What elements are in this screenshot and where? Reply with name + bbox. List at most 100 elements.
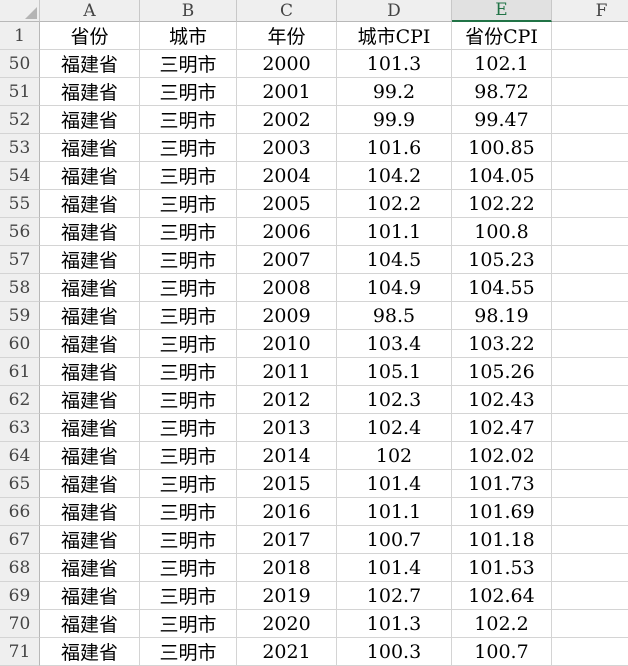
province-cpi-cell[interactable]: 104.55 bbox=[452, 274, 552, 302]
city-cell[interactable]: 三明市 bbox=[140, 106, 237, 134]
empty-cell[interactable] bbox=[552, 218, 628, 246]
year-cell[interactable]: 2019 bbox=[237, 582, 337, 610]
row-header[interactable]: 50 bbox=[0, 50, 40, 78]
empty-cell[interactable] bbox=[552, 330, 628, 358]
year-cell[interactable]: 2015 bbox=[237, 470, 337, 498]
year-cell[interactable]: 2012 bbox=[237, 386, 337, 414]
province-cell[interactable]: 福建省 bbox=[40, 582, 140, 610]
province-cell[interactable]: 福建省 bbox=[40, 470, 140, 498]
city-cpi-cell[interactable]: 102.7 bbox=[337, 582, 452, 610]
province-cell[interactable]: 福建省 bbox=[40, 50, 140, 78]
city-cpi-cell[interactable]: 98.5 bbox=[337, 302, 452, 330]
year-cell[interactable]: 2017 bbox=[237, 526, 337, 554]
city-cell[interactable]: 三明市 bbox=[140, 134, 237, 162]
city-cell[interactable]: 三明市 bbox=[140, 274, 237, 302]
empty-cell[interactable] bbox=[552, 554, 628, 582]
row-header[interactable]: 58 bbox=[0, 274, 40, 302]
year-cell[interactable]: 2005 bbox=[237, 190, 337, 218]
empty-cell[interactable] bbox=[552, 386, 628, 414]
column-header-c[interactable]: C bbox=[237, 0, 337, 22]
province-cpi-cell[interactable]: 102.1 bbox=[452, 50, 552, 78]
city-cell[interactable]: 三明市 bbox=[140, 498, 237, 526]
province-cell[interactable]: 福建省 bbox=[40, 358, 140, 386]
empty-cell[interactable] bbox=[552, 22, 628, 50]
row-header[interactable]: 71 bbox=[0, 638, 40, 666]
city-cpi-cell[interactable]: 101.4 bbox=[337, 554, 452, 582]
province-cpi-cell[interactable]: 98.19 bbox=[452, 302, 552, 330]
province-cell[interactable]: 福建省 bbox=[40, 554, 140, 582]
city-cpi-cell[interactable]: 104.2 bbox=[337, 162, 452, 190]
province-cpi-cell[interactable]: 105.26 bbox=[452, 358, 552, 386]
empty-cell[interactable] bbox=[552, 50, 628, 78]
province-cell[interactable]: 福建省 bbox=[40, 302, 140, 330]
province-cell[interactable]: 福建省 bbox=[40, 610, 140, 638]
empty-cell[interactable] bbox=[552, 302, 628, 330]
city-cell[interactable]: 三明市 bbox=[140, 330, 237, 358]
row-header[interactable]: 61 bbox=[0, 358, 40, 386]
year-cell[interactable]: 2000 bbox=[237, 50, 337, 78]
empty-cell[interactable] bbox=[552, 162, 628, 190]
year-cell[interactable]: 2014 bbox=[237, 442, 337, 470]
year-cell[interactable]: 2007 bbox=[237, 246, 337, 274]
empty-cell[interactable] bbox=[552, 526, 628, 554]
empty-cell[interactable] bbox=[552, 246, 628, 274]
city-cpi-cell[interactable]: 102 bbox=[337, 442, 452, 470]
column-header-d[interactable]: D bbox=[337, 0, 452, 22]
city-cpi-cell[interactable]: 100.7 bbox=[337, 526, 452, 554]
province-cpi-cell[interactable]: 98.72 bbox=[452, 78, 552, 106]
city-cell[interactable]: 三明市 bbox=[140, 442, 237, 470]
empty-cell[interactable] bbox=[552, 106, 628, 134]
year-cell[interactable]: 2006 bbox=[237, 218, 337, 246]
empty-cell[interactable] bbox=[552, 274, 628, 302]
row-header[interactable]: 53 bbox=[0, 134, 40, 162]
empty-cell[interactable] bbox=[552, 190, 628, 218]
select-all-corner[interactable] bbox=[0, 0, 40, 22]
empty-cell[interactable] bbox=[552, 470, 628, 498]
province-cpi-cell[interactable]: 102.47 bbox=[452, 414, 552, 442]
row-header[interactable]: 70 bbox=[0, 610, 40, 638]
header-cell-city[interactable]: 城市 bbox=[140, 22, 237, 50]
province-cpi-cell[interactable]: 104.05 bbox=[452, 162, 552, 190]
row-header[interactable]: 52 bbox=[0, 106, 40, 134]
city-cell[interactable]: 三明市 bbox=[140, 218, 237, 246]
column-header-e[interactable]: E bbox=[452, 0, 552, 22]
year-cell[interactable]: 2013 bbox=[237, 414, 337, 442]
year-cell[interactable]: 2020 bbox=[237, 610, 337, 638]
province-cpi-cell[interactable]: 102.22 bbox=[452, 190, 552, 218]
province-cell[interactable]: 福建省 bbox=[40, 330, 140, 358]
year-cell[interactable]: 2016 bbox=[237, 498, 337, 526]
province-cpi-cell[interactable]: 102.64 bbox=[452, 582, 552, 610]
city-cpi-cell[interactable]: 103.4 bbox=[337, 330, 452, 358]
province-cell[interactable]: 福建省 bbox=[40, 78, 140, 106]
city-cpi-cell[interactable]: 102.2 bbox=[337, 190, 452, 218]
row-header[interactable]: 56 bbox=[0, 218, 40, 246]
province-cell[interactable]: 福建省 bbox=[40, 134, 140, 162]
province-cell[interactable]: 福建省 bbox=[40, 246, 140, 274]
province-cell[interactable]: 福建省 bbox=[40, 414, 140, 442]
city-cpi-cell[interactable]: 101.4 bbox=[337, 470, 452, 498]
city-cpi-cell[interactable]: 101.6 bbox=[337, 134, 452, 162]
empty-cell[interactable] bbox=[552, 134, 628, 162]
row-header[interactable]: 60 bbox=[0, 330, 40, 358]
province-cell[interactable]: 福建省 bbox=[40, 498, 140, 526]
header-cell-province[interactable]: 省份 bbox=[40, 22, 140, 50]
year-cell[interactable]: 2011 bbox=[237, 358, 337, 386]
row-header[interactable]: 59 bbox=[0, 302, 40, 330]
city-cell[interactable]: 三明市 bbox=[140, 638, 237, 666]
city-cpi-cell[interactable]: 104.5 bbox=[337, 246, 452, 274]
city-cell[interactable]: 三明市 bbox=[140, 414, 237, 442]
empty-cell[interactable] bbox=[552, 358, 628, 386]
row-header[interactable]: 57 bbox=[0, 246, 40, 274]
row-header[interactable]: 62 bbox=[0, 386, 40, 414]
city-cell[interactable]: 三明市 bbox=[140, 246, 237, 274]
column-header-b[interactable]: B bbox=[140, 0, 237, 22]
column-header-a[interactable]: A bbox=[40, 0, 140, 22]
year-cell[interactable]: 2001 bbox=[237, 78, 337, 106]
city-cpi-cell[interactable]: 101.3 bbox=[337, 50, 452, 78]
year-cell[interactable]: 2008 bbox=[237, 274, 337, 302]
city-cell[interactable]: 三明市 bbox=[140, 50, 237, 78]
province-cell[interactable]: 福建省 bbox=[40, 386, 140, 414]
city-cell[interactable]: 三明市 bbox=[140, 610, 237, 638]
city-cpi-cell[interactable]: 104.9 bbox=[337, 274, 452, 302]
city-cell[interactable]: 三明市 bbox=[140, 190, 237, 218]
